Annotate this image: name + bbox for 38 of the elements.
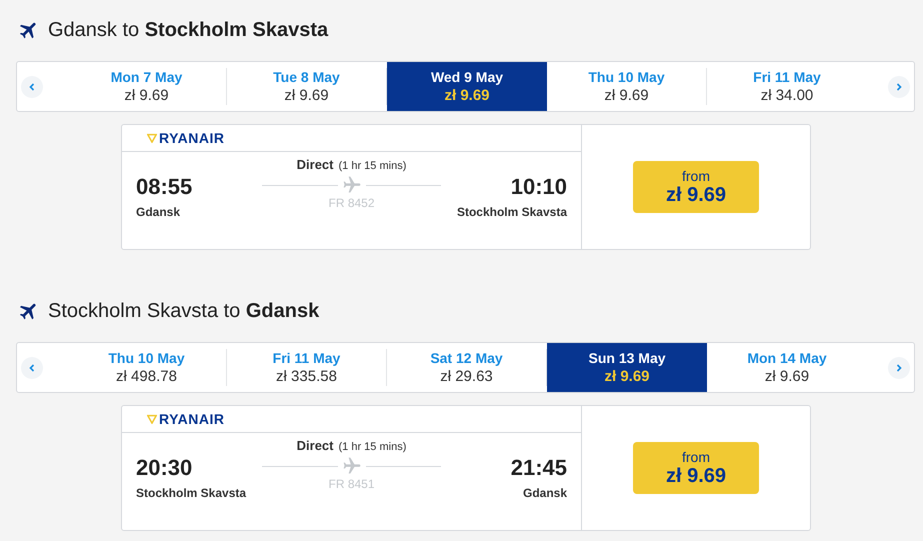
date-tab[interactable]: Mon 7 May zł 9.69 <box>67 68 227 105</box>
date-tab[interactable]: Fri 11 May zł 34.00 <box>707 68 867 105</box>
date-tab[interactable]: Wed 9 May zł 9.69 <box>387 62 547 111</box>
departure-city: Stockholm Skavsta <box>136 486 246 500</box>
date-tab[interactable]: Thu 10 May zł 498.78 <box>67 349 227 386</box>
journey-title: Stockholm Skavsta to Gdansk <box>48 300 320 322</box>
harp-icon <box>147 133 157 143</box>
harp-icon <box>147 414 157 424</box>
arrival-time: 10:10 <box>510 174 567 200</box>
date-tab[interactable]: Fri 11 May zł 335.58 <box>227 349 387 386</box>
next-button[interactable] <box>888 76 910 98</box>
flight-number: FR 8451 <box>328 477 375 491</box>
date-tab[interactable]: Mon 14 May zł 9.69 <box>707 349 867 386</box>
chevron-right-icon <box>894 362 904 372</box>
next-button[interactable] <box>888 356 910 378</box>
arrival-city: Gdansk <box>522 486 567 500</box>
departure-city: Gdansk <box>136 205 182 219</box>
date-tab[interactable]: Sun 13 May zł 9.69 <box>547 343 707 392</box>
departure-time: 08:55 <box>136 174 194 200</box>
price-button[interactable]: from zł 9.69 <box>633 442 759 494</box>
flight-duration: (1 hr 15 mins) <box>338 441 406 453</box>
flight-type: Direct <box>296 157 334 172</box>
price-button[interactable]: from zł 9.69 <box>633 161 759 213</box>
airline-logo: RYANAIR <box>159 130 224 146</box>
flight-type: Direct <box>296 438 334 453</box>
chevron-left-icon <box>27 362 37 372</box>
arrival-time: 21:45 <box>510 455 567 481</box>
journey-title: Gdansk to Stockholm Skavsta <box>48 18 328 42</box>
chevron-left-icon <box>27 82 37 92</box>
previous-button[interactable] <box>21 356 43 378</box>
departure-time: 20:30 <box>136 455 194 481</box>
arrival-city: Stockholm Skavsta <box>456 205 567 219</box>
previous-button[interactable] <box>21 76 43 98</box>
flight-duration: (1 hr 15 mins) <box>338 160 406 172</box>
chevron-right-icon <box>894 82 904 92</box>
airline-logo: RYANAIR <box>159 411 224 427</box>
date-tab[interactable]: Thu 10 May zł 9.69 <box>547 68 707 105</box>
flight-number: FR 8452 <box>328 196 375 210</box>
